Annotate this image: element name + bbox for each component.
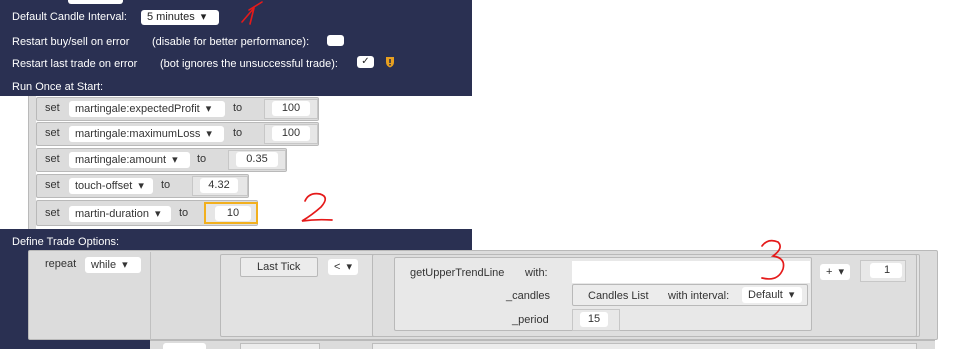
warning-shield-icon [386,57,394,68]
candles-param-label: _candles [506,290,551,302]
plus-operator-dropdown[interactable]: + ▾ [820,264,850,280]
annotation-one-drawing [241,1,263,25]
operator-dropdown[interactable]: < ▾ [328,259,358,275]
to-keyword: to [179,207,189,219]
candle-interval-value: 5 minutes [147,11,195,23]
restart-buysell-label: Restart buy/sell on error [12,36,130,48]
var-dropdown-martin-duration[interactable]: martin-duration ▾ [69,206,171,222]
settings-top-input[interactable] [68,0,123,4]
chevron-down-icon: ▾ [205,103,212,115]
var-name: martin-duration [75,208,149,220]
next-row-field [163,343,206,349]
next-row-field [372,343,917,349]
with-interval-label: with interval: [668,290,730,302]
set-keyword: set [45,179,60,191]
restart-last-trade-note: (bot ignores the unsuccessful trade): [160,58,338,70]
plus-operator-value: + [826,266,833,278]
annotation-three-drawing [761,239,785,280]
var-name: martingale:amount [75,154,167,166]
set-keyword: set [45,102,60,114]
chevron-down-icon: ▾ [346,261,353,273]
default-candle-interval-label: Default Candle Interval: [12,11,127,23]
restart-last-trade-checkbox[interactable]: ✓ [357,56,374,68]
repeat-keyword: repeat [45,258,77,270]
set-keyword: set [45,207,60,219]
repeat-mode-value: while [91,259,117,271]
run-once-title: Run Once at Start: [12,81,104,93]
chevron-down-icon: ▾ [155,208,161,220]
function-name: getUpperTrendLine [410,267,505,279]
repeat-mode-dropdown[interactable]: while ▾ [85,257,141,273]
amount-value[interactable]: 0.35 [236,152,278,167]
candles-list-label: Candles List [588,290,649,302]
var-dropdown-maximum-loss[interactable]: martingale:maximumLoss ▾ [69,126,224,142]
interval-value: Default [748,289,783,301]
chevron-down-icon: ▾ [200,11,207,23]
expected-profit-value[interactable]: 100 [272,101,310,116]
to-keyword: to [233,102,243,114]
var-name: martingale:expectedProfit [75,103,200,115]
var-name: touch-offset [75,180,133,192]
checkmark-icon: ✓ [361,56,370,67]
plus-value[interactable]: 1 [870,263,902,278]
period-value[interactable]: 15 [580,312,608,327]
trade-options-title: Define Trade Options: [12,236,120,248]
var-dropdown-expected-profit[interactable]: martingale:expectedProfit ▾ [69,101,225,117]
maximum-loss-value[interactable]: 100 [272,126,310,141]
restart-buysell-checkbox[interactable] [327,35,344,46]
chevron-down-icon: ▾ [788,289,795,301]
set-keyword: set [45,153,60,165]
var-dropdown-amount[interactable]: martingale:amount ▾ [69,152,190,168]
period-param-label: _period [512,314,549,326]
set-keyword: set [45,127,60,139]
chevron-down-icon: ▾ [122,259,128,271]
operator-value: < [334,261,341,273]
interval-dropdown[interactable]: Default ▾ [742,287,802,303]
annotation-two-drawing [301,192,333,222]
touch-offset-value[interactable]: 4.32 [200,178,238,193]
with-keyword: with: [525,267,548,279]
next-row-field [240,343,320,349]
to-keyword: to [233,127,243,139]
to-keyword: to [197,153,207,165]
restart-buysell-note: (disable for better performance): [152,36,310,48]
last-tick-label: Last Tick [257,261,301,273]
to-keyword: to [161,179,171,191]
chevron-down-icon: ▾ [838,266,845,278]
candle-interval-dropdown[interactable]: 5 minutes ▾ [141,10,219,25]
martin-duration-value[interactable]: 10 [215,206,251,221]
restart-last-trade-label: Restart last trade on error [12,58,138,70]
chevron-down-icon: ▾ [172,154,178,166]
input-divider [150,252,151,340]
run-once-container [28,96,36,229]
var-name: martingale:maximumLoss [75,128,201,140]
chevron-down-icon: ▾ [206,128,212,140]
chevron-down-icon: ▾ [138,180,144,192]
var-dropdown-touch-offset[interactable]: touch-offset ▾ [69,178,153,194]
